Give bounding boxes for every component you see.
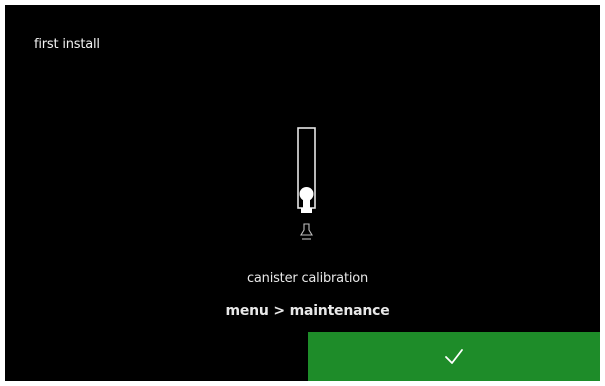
checkmark-icon — [445, 348, 463, 364]
instruction-caption: canister calibration — [246, 271, 369, 286]
screen-title: first install — [34, 37, 100, 52]
canister-calibration-icon — [297, 127, 316, 240]
display-screen: first install canister calibration menu … — [5, 5, 600, 381]
menu-path: menu > maintenance — [225, 303, 390, 319]
confirm-button[interactable] — [308, 332, 600, 381]
